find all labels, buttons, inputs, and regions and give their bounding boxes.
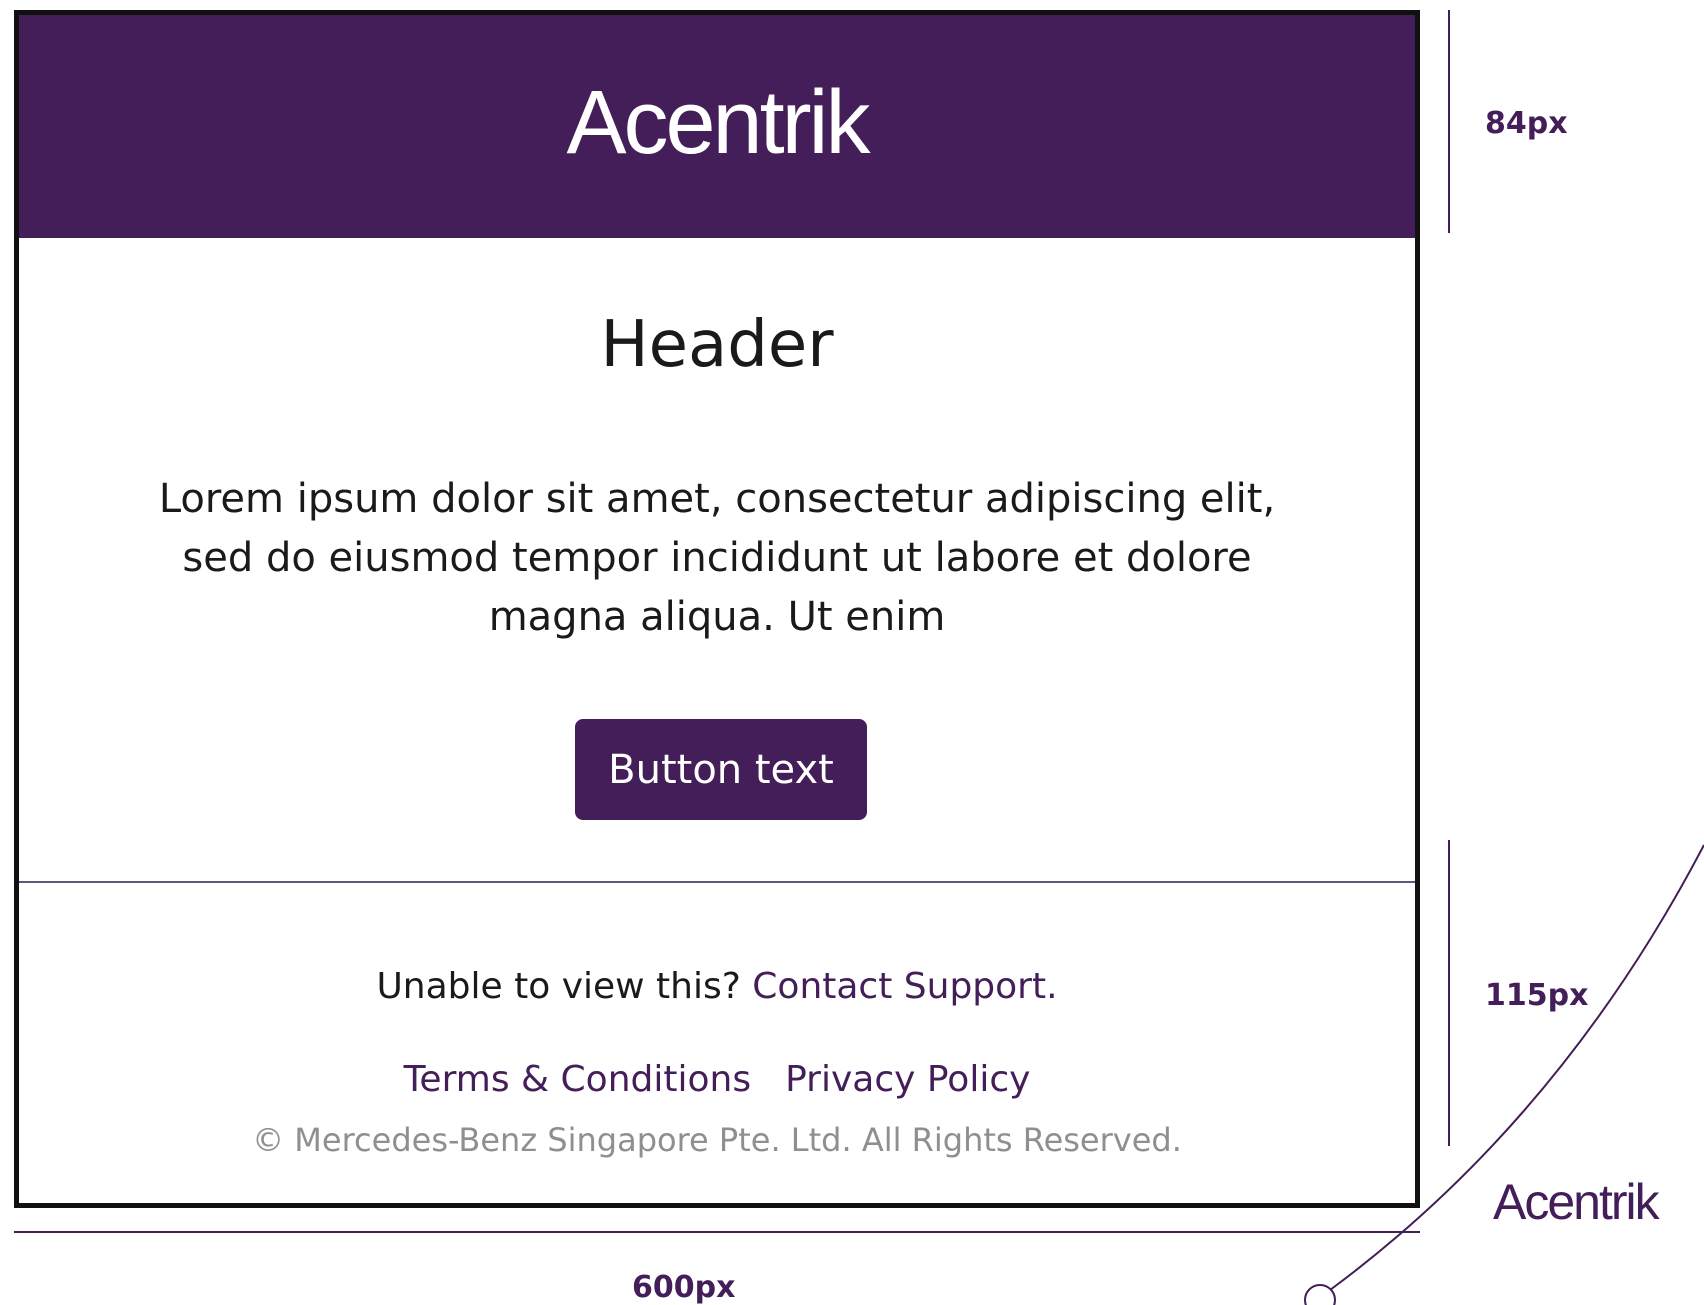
side-acentrik-logo: Acentrik <box>1493 1174 1660 1230</box>
decorative-circle <box>1304 1284 1336 1305</box>
decorative-curve <box>1304 844 1704 1305</box>
